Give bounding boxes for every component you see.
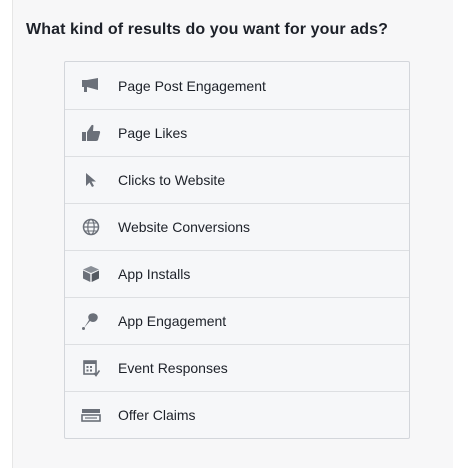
objective-label: Event Responses [118,360,228,376]
objective-item-offer-claims[interactable]: Offer Claims [65,391,409,438]
objective-item-page-post-engagement[interactable]: Page Post Engagement [65,62,409,109]
objective-label: App Engagement [118,313,227,329]
objective-item-app-engagement[interactable]: App Engagement [65,297,409,344]
objective-label: Offer Claims [118,407,196,423]
joystick-icon [80,310,102,332]
objective-item-app-installs[interactable]: App Installs [65,250,409,297]
objective-label: Website Conversions [118,219,251,235]
objective-item-clicks-to-website[interactable]: Clicks to Website [65,156,409,203]
objective-label: Page Post Engagement [118,77,266,94]
calendar-icon [80,357,102,379]
objective-item-website-conversions[interactable]: Website Conversions [65,203,409,250]
objective-list: Page Post Engagement Page Likes Clicks t… [64,61,410,439]
objective-label: Page Likes [118,125,188,141]
cursor-icon [80,169,102,191]
megaphone-icon [80,75,102,97]
thumbs-up-icon [80,122,102,144]
offer-tag-icon [80,404,102,426]
objective-label: Clicks to Website [118,172,226,188]
objective-item-page-likes[interactable]: Page Likes [65,109,409,156]
objective-label: App Installs [118,266,191,282]
box-icon [80,263,102,285]
objective-item-event-responses[interactable]: Event Responses [65,344,409,391]
page-title: What kind of results do you want for you… [26,21,388,38]
globe-icon [80,216,102,238]
